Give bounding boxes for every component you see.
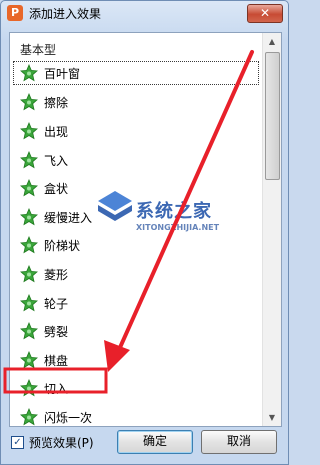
effect-item-label: 阶梯状 bbox=[44, 239, 81, 253]
star-effect-icon bbox=[20, 293, 38, 312]
star-effect-icon bbox=[20, 321, 38, 340]
star-effect-icon bbox=[20, 63, 38, 82]
site-watermark: 系统之家 XITONGZHIJIA.NET bbox=[96, 187, 226, 249]
effect-list-item[interactable]: 菱形 bbox=[14, 263, 258, 285]
star-effect-icon bbox=[20, 178, 38, 197]
effect-item-label: 菱形 bbox=[44, 268, 69, 282]
effect-item-label: 百叶窗 bbox=[44, 67, 81, 81]
effect-item-label: 擦除 bbox=[44, 96, 69, 110]
effect-list-item[interactable]: 闪烁一次 bbox=[14, 406, 258, 426]
effect-item-label: 棋盘 bbox=[44, 354, 69, 368]
effect-list-item[interactable]: 轮子 bbox=[14, 292, 258, 314]
ok-button[interactable]: 确定 bbox=[117, 430, 193, 454]
star-effect-icon bbox=[20, 235, 38, 254]
star-effect-icon bbox=[20, 350, 38, 369]
effect-item-label: 闪烁一次 bbox=[44, 411, 93, 425]
effect-list-item[interactable]: 飞入 bbox=[14, 149, 258, 171]
scroll-down-arrow-icon[interactable]: ▼ bbox=[264, 409, 280, 426]
watermark-subtitle: XITONGZHIJIA.NET bbox=[136, 223, 220, 232]
scroll-up-arrow-icon[interactable]: ▲ bbox=[264, 33, 280, 50]
dialog-title: 添加进入效果 bbox=[29, 7, 102, 21]
effect-item-label: 轮子 bbox=[44, 297, 69, 311]
effect-item-label: 缓慢进入 bbox=[44, 211, 93, 225]
effect-item-label: 切入 bbox=[44, 382, 69, 396]
star-effect-icon bbox=[20, 207, 38, 226]
effect-list-item[interactable]: 擦除 bbox=[14, 91, 258, 113]
star-effect-icon bbox=[20, 264, 38, 283]
star-effect-icon bbox=[20, 92, 38, 111]
effect-list-item[interactable]: 劈裂 bbox=[14, 320, 258, 342]
effect-item-label: 飞入 bbox=[44, 154, 69, 168]
effect-item-label: 出现 bbox=[44, 125, 69, 139]
group-header-basic: 基本型 bbox=[20, 43, 57, 57]
scroll-thumb[interactable] bbox=[265, 52, 280, 180]
effect-list-item[interactable]: 百叶窗 bbox=[13, 61, 259, 85]
effect-list-item[interactable]: 切入 bbox=[14, 377, 258, 399]
effect-item-label: 盒状 bbox=[44, 182, 69, 196]
star-effect-icon bbox=[20, 378, 38, 397]
preview-label[interactable]: 预览效果(P) bbox=[29, 434, 94, 451]
close-button[interactable]: ✕ bbox=[247, 4, 283, 23]
star-effect-icon bbox=[20, 121, 38, 140]
star-effect-icon bbox=[20, 150, 38, 169]
star-effect-icon bbox=[20, 407, 38, 426]
effect-list-item[interactable]: 出现 bbox=[14, 120, 258, 142]
dialog-footer: ✓ 预览效果(P) 确定 取消 bbox=[1, 427, 288, 463]
effect-item-label: 劈裂 bbox=[44, 325, 69, 339]
watermark-logo-icon bbox=[98, 191, 132, 221]
effect-list-item[interactable]: 棋盘 bbox=[14, 349, 258, 371]
watermark-title: 系统之家 bbox=[136, 201, 212, 222]
title-bar: P 添加进入效果 ✕ bbox=[1, 1, 288, 25]
app-logo-icon: P bbox=[7, 5, 23, 21]
cancel-button[interactable]: 取消 bbox=[201, 430, 277, 454]
preview-checkbox[interactable]: ✓ bbox=[11, 436, 24, 449]
vertical-scrollbar[interactable]: ▲ ▼ bbox=[262, 33, 281, 426]
